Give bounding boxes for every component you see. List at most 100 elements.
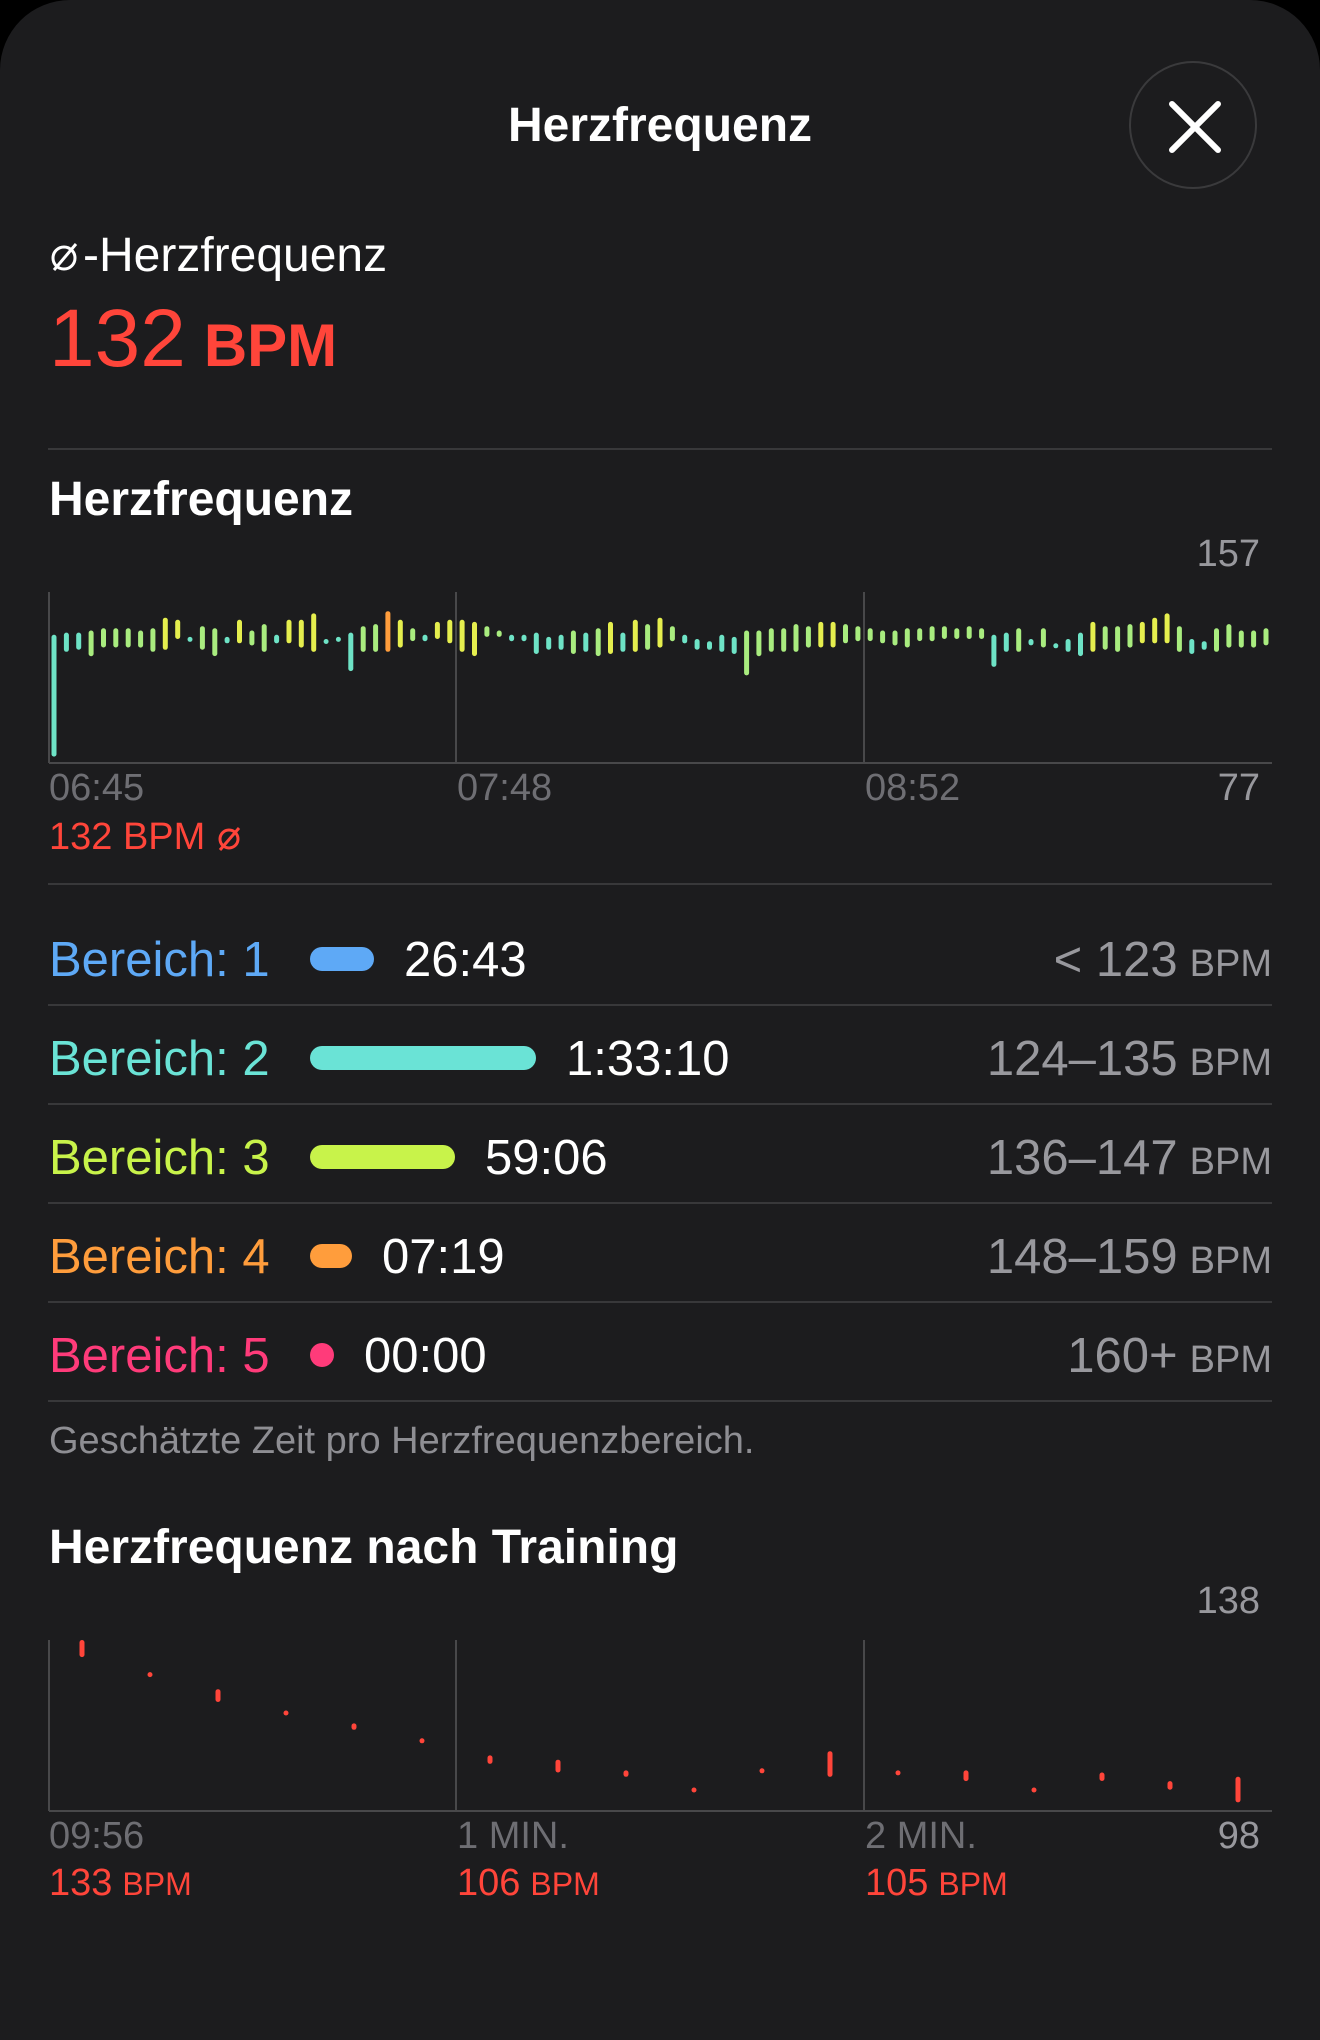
heart-rate-range-bar [555,1759,561,1773]
heart-rate-range-bar [224,636,230,644]
average-label-text: -Herzfrequenz [83,229,388,282]
page-title: Herzfrequenz [507,99,813,152]
heart-rate-range-bar [1065,639,1071,652]
zone-row: Bereich: 1 26:43 < 123 BPM [48,908,1272,1006]
heart-rate-range-bar [645,624,651,650]
hr-chart-min-label: 77 [1217,767,1260,809]
heart-rate-range-bar [1099,1772,1105,1781]
heart-rate-range-bar [991,634,997,667]
zone-range-value: 124–135 [986,1032,1178,1086]
zone-name: Bereich: 1 [49,933,270,987]
diameter-icon [51,242,78,271]
hr-average-text: 132 BPM [49,816,243,859]
average-number: 132 [49,293,186,384]
heart-rate-range-bar [781,628,787,652]
zone-range: < 123 BPM [1054,932,1272,988]
heart-rate-range-bar [397,619,403,648]
zone-range-unit: BPM [1189,1042,1272,1084]
heart-rate-range-bar [484,626,490,637]
average-label: -Herzfrequenz [49,228,387,283]
heart-rate-range-bar [963,1770,969,1782]
zone-time: 07:19 [382,1230,505,1284]
zone-range: 124–135 BPM [987,1031,1272,1087]
heart-rate-range-bar [904,628,910,648]
zone-time: 59:06 [485,1131,608,1185]
heart-rate-range-bar [1167,1781,1173,1790]
zone-range-value: 148–159 [986,1230,1178,1284]
heart-rate-range-bar [620,632,626,652]
hr-average-value: 132 BPM [49,816,206,858]
heart-rate-range-bar [1176,626,1182,652]
divider [48,1400,1272,1402]
zone-name: Bereich: 2 [49,1032,270,1086]
heart-rate-range-bar [608,621,613,654]
heart-rate-range-bar [570,630,576,654]
heart-rate-range-bar [744,630,750,676]
recovery-value: 106 BPM [457,1862,600,1905]
heart-rate-range-bar [1078,632,1083,657]
heart-rate-range-bar [212,628,218,657]
heart-rate-range-bar [707,641,712,650]
recovery-unit: BPM [530,1866,600,1902]
heart-rate-range-bar [125,628,131,648]
heart-rate-range-bar [410,628,416,642]
heart-rate-range-bar [1226,624,1232,648]
heart-rate-range-bar [311,613,317,652]
heart-rate-range-bar [546,636,552,650]
recovery-chart-max-label: 138 [1196,1580,1260,1622]
heart-rate-section-title: Herzfrequenz [49,473,354,526]
heart-rate-range-bar [1040,628,1046,648]
heart-rate-range-bar [187,636,193,642]
heart-rate-range-bar [979,628,985,639]
recovery-x-label: 09:56 [49,1815,145,1857]
close-icon [1169,101,1221,153]
close-button[interactable] [1129,61,1257,189]
heart-rate-range-bar [1152,617,1158,644]
heart-rate-chart [48,592,1272,764]
heart-rate-range-bar [818,621,824,648]
heart-rate-range-bar [472,621,477,657]
average-unit: BPM [203,312,338,379]
zone-duration-bar [310,1145,455,1169]
heart-rate-range-bar [583,632,589,652]
heart-rate-range-bar [941,626,947,639]
heart-rate-range-bar [274,634,280,644]
recovery-bpm: 133 [49,1862,113,1904]
zone-row: Bereich: 3 59:06 136–147 BPM [48,1106,1272,1204]
heart-rate-range-bar [509,634,515,642]
heart-rate-range-bar [162,617,168,650]
zones-footnote: Geschätzte Zeit pro Herzfrequenzbereich. [49,1420,755,1462]
heart-rate-range-bar [79,1640,85,1658]
hr-x-label: 08:52 [865,767,961,809]
heart-rate-range-bar [1031,1787,1037,1793]
heart-rate-range-bar [719,634,725,652]
heart-rate-range-bar [447,619,453,644]
heart-rate-range-bar [759,1768,765,1774]
heart-rate-range-bar [929,626,935,642]
heart-rate-range-bar [175,619,181,639]
divider [48,448,1272,450]
zone-range: 160+ BPM [1067,1328,1272,1384]
zone-range: 136–147 BPM [987,1130,1272,1186]
zone-range-value: 136–147 [986,1131,1178,1185]
heart-rate-range-bar [623,1770,629,1777]
zone-time: 26:43 [404,933,527,987]
heart-rate-range-bar [1003,632,1009,652]
zone-row: Bereich: 2 1:33:10 124–135 BPM [48,1007,1272,1105]
heart-rate-range-bar [558,634,564,650]
recovery-chart-min-label: 98 [1217,1815,1260,1857]
recovery-bpm: 106 [457,1862,521,1904]
zone-time: 00:00 [364,1329,487,1383]
zone-duration-bar [310,1343,334,1367]
heart-rate-range-bar [1115,626,1121,652]
heart-rate-range-bar [76,632,82,650]
zone-time: 1:33:10 [566,1032,730,1086]
heart-rate-range-bar [1102,626,1108,650]
recovery-value: 133 BPM [49,1862,192,1905]
zone-range-value: 160+ [1067,1329,1178,1383]
heart-rate-range-bar [632,619,638,652]
heart-rate-range-bar [150,628,156,652]
heart-rate-range-bar [1139,621,1145,644]
heart-rate-range-bar [373,624,379,652]
heart-rate-range-bar [1090,621,1096,652]
